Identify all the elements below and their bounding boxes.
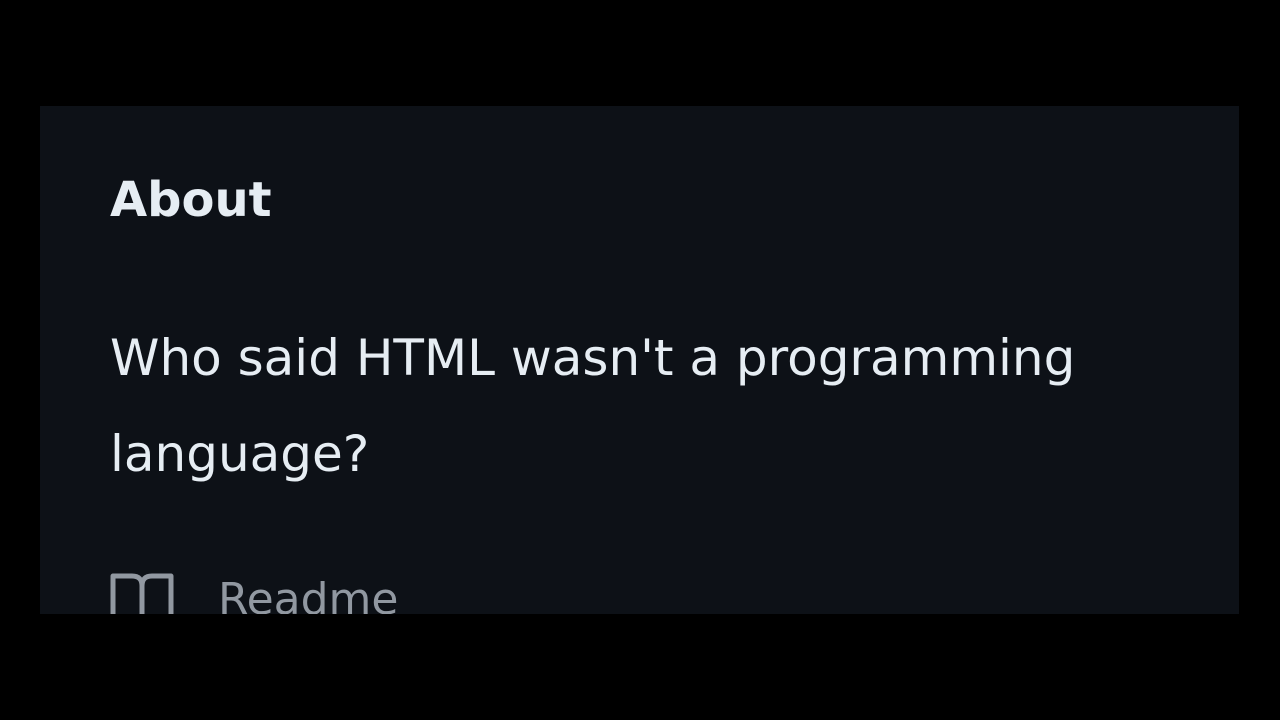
readme-link[interactable]: Readme: [110, 568, 399, 614]
book-icon: [110, 568, 174, 614]
about-panel: About Who said HTML wasn't a programming…: [40, 106, 1239, 614]
repo-description: Who said HTML wasn't a programming langu…: [110, 329, 1076, 483]
about-heading: About: [110, 172, 272, 228]
readme-label: Readme: [218, 574, 399, 614]
